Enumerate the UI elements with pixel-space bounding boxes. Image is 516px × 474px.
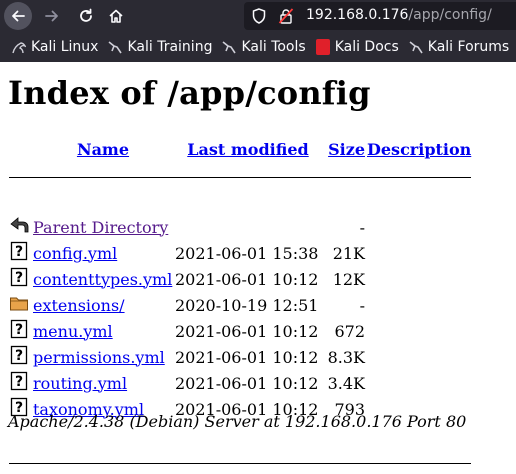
reload-icon: [80, 8, 92, 22]
arrow-right-icon: [45, 10, 58, 22]
modified-cell: 2021-06-01 10:12: [175, 347, 319, 367]
file-row: extensions/2020-10-19 12:51 -: [8, 292, 472, 318]
file-link[interactable]: contenttypes.yml: [33, 270, 172, 289]
bookmark-kali-linux[interactable]: Kali Linux: [12, 39, 98, 55]
kali-dragon-icon: [222, 41, 237, 54]
size-header: Size: [322, 136, 366, 162]
size-cell: 12K: [332, 269, 365, 289]
bookmarks-toolbar: Kali Linux Kali Training Kali Tools Kali…: [0, 32, 516, 62]
size-cell: 21K: [332, 243, 365, 263]
insecure-lock-icon[interactable]: [278, 8, 294, 24]
bookmark-kali-docs[interactable]: Kali Docs: [315, 39, 399, 55]
server-signature: Apache/2.4.38 (Debian) Server at 192.168…: [8, 412, 467, 431]
bookmark-label: Kali Docs: [334, 39, 399, 55]
shield-icon[interactable]: [252, 8, 266, 24]
file-row: ? contenttypes.yml 2021-06-01 10:12 12K: [8, 266, 472, 292]
page-title: Index of /app/config: [8, 74, 371, 112]
back-button[interactable]: [4, 2, 32, 30]
modified-cell: 2020-10-19 12:51: [175, 295, 319, 315]
kali-dragon-icon: [12, 42, 26, 54]
header-separator: [8, 162, 472, 188]
sort-by-size-link[interactable]: Size: [328, 140, 365, 159]
url-text[interactable]: 192.168.0.176/app/config/: [306, 7, 492, 23]
horizontal-rule: [9, 463, 472, 464]
unknown-file-icon: ?: [9, 319, 29, 343]
bookmark-label: Kali Training: [127, 39, 213, 55]
description-cell: [366, 344, 472, 370]
parent-directory-link[interactable]: Parent Directory: [33, 218, 168, 237]
modified-cell: 2021-06-01 10:12: [175, 373, 319, 393]
description-cell: [366, 318, 472, 344]
svg-text:?: ?: [15, 322, 23, 338]
bookmark-kali-forums[interactable]: Kali Forums: [409, 39, 509, 55]
description-cell: [366, 240, 472, 266]
url-path: /app/config/: [408, 7, 492, 23]
description-cell: [366, 370, 472, 396]
modified-cell: 2021-06-01 10:12: [175, 269, 319, 289]
home-button[interactable]: [102, 2, 130, 30]
size-cell: 8.3K: [327, 347, 365, 367]
forward-button[interactable]: [38, 2, 66, 30]
file-row: ? permissions.yml 2021-06-01 10:12 8.3K: [8, 344, 472, 370]
file-link[interactable]: menu.yml: [33, 322, 113, 341]
kali-dragon-icon: [108, 41, 123, 54]
bookmark-label: Kali Tools: [241, 39, 306, 55]
name-header: Name: [32, 136, 174, 162]
sort-by-name-link[interactable]: Name: [77, 140, 129, 159]
file-link[interactable]: config.yml: [33, 244, 117, 263]
home-icon: [109, 9, 123, 23]
description-header: Description: [366, 136, 472, 162]
modified-cell: 2021-06-01 10:12: [175, 321, 319, 341]
svg-text:?: ?: [15, 348, 23, 364]
modified-header: Last modified: [174, 136, 322, 162]
file-link[interactable]: extensions/: [33, 296, 125, 315]
arrow-left-icon: [12, 10, 25, 22]
file-link[interactable]: routing.yml: [33, 374, 127, 393]
size-cell: -: [359, 217, 365, 237]
horizontal-rule: [9, 177, 472, 178]
url-host: 192.168.0.176: [306, 7, 409, 23]
description-cell: [366, 292, 472, 318]
bookmark-kali-tools[interactable]: Kali Tools: [222, 39, 306, 55]
svg-text:?: ?: [15, 374, 23, 390]
kali-docs-icon: [315, 39, 330, 55]
size-cell: 672: [334, 321, 365, 341]
sort-by-modified-link[interactable]: Last modified: [187, 140, 308, 159]
svg-text:?: ?: [15, 270, 23, 286]
browser-toolbar: 192.168.0.176/app/config/: [0, 0, 516, 32]
size-cell: -: [359, 295, 365, 315]
svg-text:?: ?: [15, 244, 23, 260]
bookmark-label: Kali Forums: [427, 39, 510, 55]
description-cell: [366, 266, 472, 292]
file-row: ? menu.yml 2021-06-01 10:12 672: [8, 318, 472, 344]
modified-cell: 2021-06-01 15:38: [175, 243, 319, 263]
address-bar[interactable]: 192.168.0.176/app/config/: [244, 2, 516, 30]
bookmark-label: Kali Linux: [31, 39, 99, 55]
parent-directory-row: Parent Directory -: [8, 214, 472, 240]
unknown-file-icon: ?: [9, 345, 29, 369]
file-link[interactable]: permissions.yml: [33, 348, 165, 367]
footer-separator: [8, 448, 472, 474]
unknown-file-icon: ?: [9, 371, 29, 395]
unknown-file-icon: ?: [9, 267, 29, 291]
file-row: ? routing.yml 2021-06-01 10:12 3.4K: [8, 370, 472, 396]
sort-by-description-link[interactable]: Description: [367, 140, 471, 159]
icon-header: [8, 136, 32, 162]
back-arrow-icon: [10, 217, 29, 233]
kali-dragon-icon: [409, 41, 423, 54]
file-row: ? config.yml 2021-06-01 15:38 21K: [8, 240, 472, 266]
listing-header: Name Last modified Size Description: [8, 136, 472, 162]
size-cell: 3.4K: [327, 373, 365, 393]
reload-button[interactable]: [72, 2, 100, 30]
unknown-file-icon: ?: [9, 241, 29, 265]
folder-icon: [9, 297, 29, 317]
file-list: ? config.yml 2021-06-01 15:38 21K? contentty…: [8, 240, 472, 422]
bookmark-kali-training[interactable]: Kali Training: [108, 39, 212, 55]
